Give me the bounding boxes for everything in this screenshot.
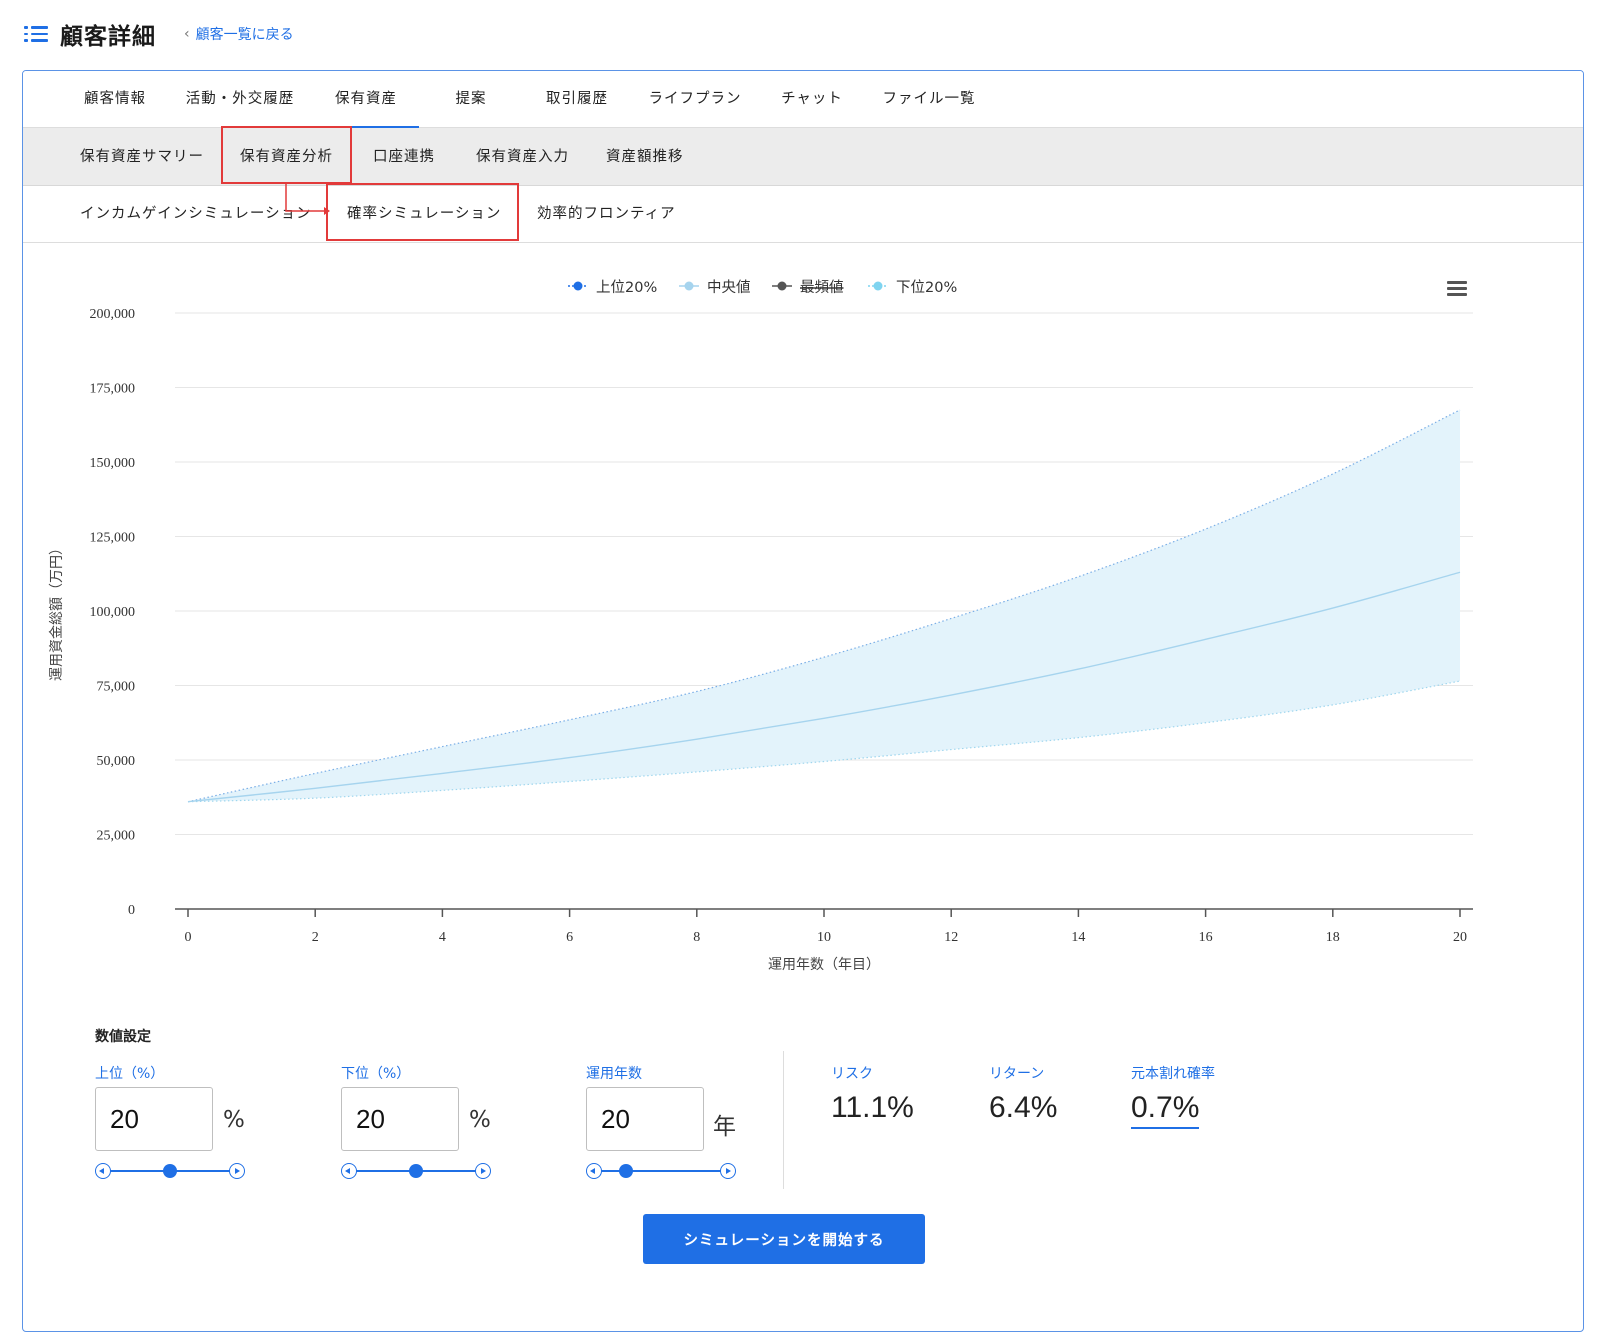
slider-increment-icon[interactable]: [229, 1163, 245, 1179]
legend-marker: [777, 281, 787, 291]
slider-increment-icon[interactable]: [475, 1163, 491, 1179]
x-tick-label: 14: [1071, 930, 1085, 945]
tab-activity-history[interactable]: 活動・外交履歴: [175, 71, 305, 128]
confidence-band-area: [188, 409, 1460, 802]
y-axis-label: 運用資金総額（万円）: [49, 541, 65, 681]
x-tick-label: 20: [1453, 930, 1467, 945]
tab-holdings[interactable]: 保有資産: [313, 71, 419, 129]
chart-band: [188, 409, 1460, 802]
x-tick-label: 12: [944, 930, 958, 945]
slider-decrement-icon[interactable]: [341, 1163, 357, 1179]
lower-percent-input[interactable]: [341, 1087, 459, 1151]
y-tick-label: 125,000: [90, 531, 136, 546]
tab-customer-info[interactable]: 顧客情報: [71, 71, 159, 128]
return-label: リターン: [989, 1066, 1045, 1082]
upper-percent-unit: %: [223, 1107, 245, 1133]
legend-item-label[interactable]: 最頻値: [800, 279, 844, 296]
y-tick-label: 0: [128, 903, 135, 918]
legend-item-label[interactable]: 下位20%: [896, 279, 957, 296]
highlight-box-holdings-analysis: [221, 126, 352, 184]
chart-legend: 上位20% 中央値 最頻値 下位20%: [568, 279, 957, 296]
y-tick-label: 100,000: [90, 605, 136, 620]
subsubtab-income-gain-simulation[interactable]: インカムゲインシミュレーション: [80, 186, 312, 243]
years-label: 運用年数: [586, 1066, 642, 1082]
tab-chat[interactable]: チャット: [771, 71, 853, 128]
lower-percent-label: 下位（%）: [341, 1066, 411, 1082]
upper-percent-label: 上位（%）: [95, 1066, 165, 1082]
subsubtab-efficient-frontier[interactable]: 効率的フロンティア: [537, 186, 676, 243]
start-simulation-button[interactable]: シミュレーションを開始する: [643, 1214, 925, 1264]
y-tick-label: 200,000: [90, 307, 136, 322]
list-menu-icon[interactable]: [24, 25, 48, 43]
page-header: 顧客詳細 ‹ 顧客一覧に戻る: [24, 14, 294, 54]
subtab-holdings-input[interactable]: 保有資産入力: [476, 128, 569, 186]
x-tick-label: 4: [439, 930, 446, 945]
x-tick-label: 0: [185, 930, 192, 945]
x-tick-label: 18: [1326, 930, 1340, 945]
y-tick-label: 50,000: [97, 754, 136, 769]
lower-percent-unit: %: [469, 1107, 491, 1133]
years-slider[interactable]: [586, 1161, 736, 1181]
y-tick-label: 75,000: [97, 680, 136, 695]
highlight-arrow: [285, 183, 330, 215]
slider-decrement-icon[interactable]: [95, 1163, 111, 1179]
y-tick-label: 150,000: [90, 456, 136, 471]
x-tick-label: 16: [1199, 930, 1213, 945]
page-title: 顧客詳細: [60, 24, 156, 50]
probability-simulation-chart: 上位20% 中央値 最頻値 下位20% 0 25,000 50,000 75,000 100,…: [23, 243, 1583, 1023]
tab-trade-history[interactable]: 取引履歴: [533, 71, 621, 128]
risk-label: リスク: [831, 1066, 873, 1082]
x-tick-label: 2: [312, 930, 319, 945]
slider-knob[interactable]: [619, 1164, 634, 1178]
analysis-tabs: インカムゲインシミュレーション 確率シミュレーション 効率的フロンティア: [23, 186, 1583, 243]
x-tick-label: 10: [817, 930, 831, 945]
y-tick-label: 175,000: [90, 382, 136, 397]
chevron-left-icon: ‹: [184, 26, 190, 42]
lower-percent-slider[interactable]: [341, 1161, 491, 1181]
x-tick-label: 6: [566, 930, 573, 945]
years-input[interactable]: [586, 1087, 704, 1151]
customer-detail-card: 顧客情報 活動・外交履歴 保有資産 提案 取引履歴 ライフプラン チャット ファ…: [22, 70, 1584, 1332]
tab-life-plan[interactable]: ライフプラン: [635, 71, 755, 128]
years-unit: 年: [713, 1114, 736, 1140]
legend-item-label[interactable]: 中央値: [707, 279, 751, 296]
chart-axes: 0 2 4 6 8 10 12 14 16 18 20: [175, 908, 1473, 945]
y-tick-label: 25,000: [97, 829, 136, 844]
back-to-customer-list-link[interactable]: ‹ 顧客一覧に戻る: [184, 24, 294, 44]
principal-loss-probability-label: 元本割れ確率: [1131, 1066, 1215, 1082]
back-link-label: 顧客一覧に戻る: [195, 27, 294, 43]
legend-marker: [873, 281, 883, 291]
chart-svg: 上位20% 中央値 最頻値 下位20% 0 25,000 50,000 75,000 100,…: [49, 279, 1473, 973]
legend-marker: [684, 281, 694, 291]
slider-increment-icon[interactable]: [720, 1163, 736, 1179]
slider-decrement-icon[interactable]: [586, 1163, 602, 1179]
main-tabs: 顧客情報 活動・外交履歴 保有資産 提案 取引履歴 ライフプラン チャット ファ…: [23, 71, 1583, 129]
slider-knob[interactable]: [409, 1164, 423, 1178]
tab-file-list[interactable]: ファイル一覧: [873, 71, 985, 128]
x-tick-label: 8: [693, 930, 700, 945]
return-value: 6.4%: [989, 1091, 1058, 1124]
upper-percent-slider[interactable]: [95, 1161, 245, 1181]
legend-item-label[interactable]: 上位20%: [596, 279, 657, 296]
subtab-asset-trend[interactable]: 資産額推移: [606, 128, 684, 186]
principal-loss-probability-value[interactable]: 0.7%: [1131, 1091, 1200, 1129]
tab-proposal[interactable]: 提案: [433, 71, 509, 128]
subtab-holdings-summary[interactable]: 保有資産サマリー: [80, 128, 204, 186]
highlight-box-probability-simulation: [326, 183, 519, 241]
risk-value: 11.1%: [831, 1091, 914, 1124]
settings-divider: [783, 1051, 784, 1189]
x-axis-label: 運用年数（年目）: [768, 957, 880, 973]
subtab-account-link[interactable]: 口座連携: [373, 128, 435, 186]
legend-marker: [573, 281, 583, 291]
upper-percent-input[interactable]: [95, 1087, 213, 1151]
slider-knob[interactable]: [163, 1164, 177, 1178]
numeric-settings-title: 数値設定: [95, 1029, 151, 1045]
